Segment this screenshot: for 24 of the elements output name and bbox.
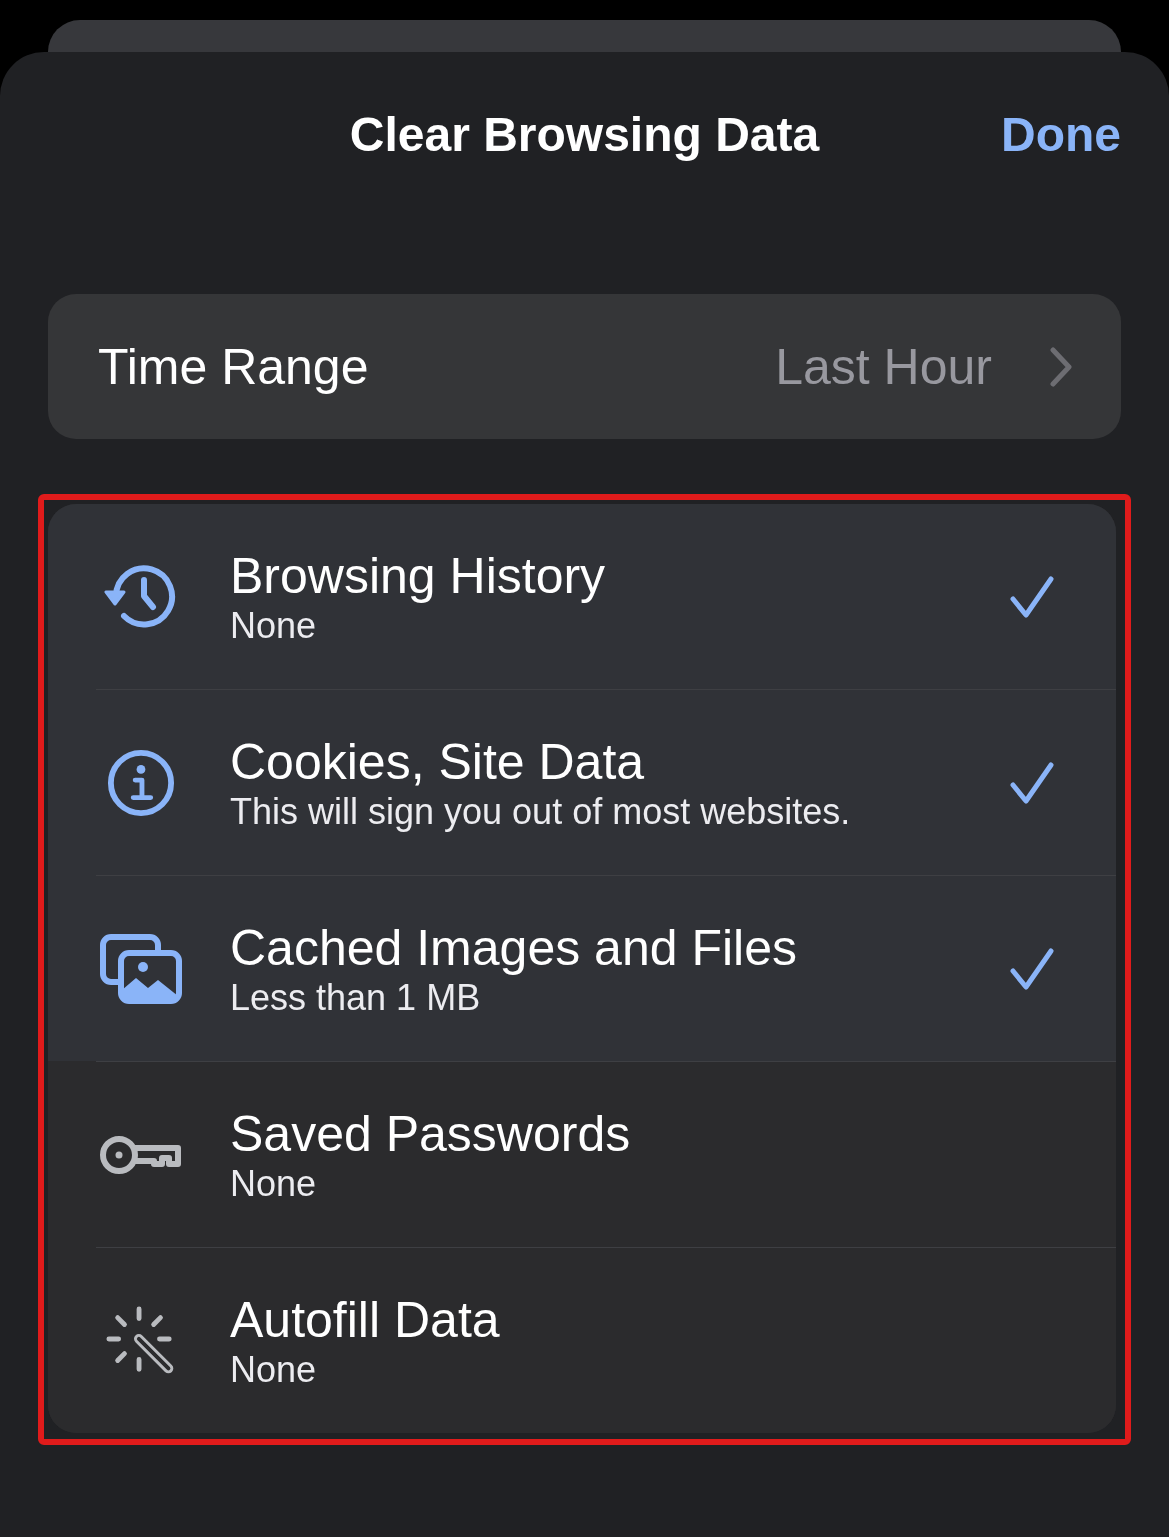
item-detail: This will sign you out of most websites. <box>230 790 852 833</box>
time-range-label: Time Range <box>98 341 370 392</box>
item-title: Saved Passwords <box>230 1104 632 1163</box>
time-range-row[interactable]: Time Range Last Hour <box>48 294 1121 439</box>
chevron-right-icon <box>1050 346 1072 387</box>
checkmark-icon <box>1009 573 1055 620</box>
data-type-row[interactable]: Browsing History None <box>48 504 1116 689</box>
item-detail: Less than 1 MB <box>230 976 482 1019</box>
done-button[interactable]: Done <box>1001 111 1121 159</box>
item-detail: None <box>230 1348 318 1391</box>
item-title: Autofill Data <box>230 1290 501 1349</box>
item-title: Browsing History <box>230 546 607 605</box>
data-type-row[interactable]: Cached Images and Files Less than 1 MB <box>48 875 1116 1061</box>
data-type-row[interactable]: Cookies, Site Data This will sign you out of most websites. <box>48 689 1116 875</box>
checkmark-icon <box>1009 759 1055 806</box>
info-icon <box>107 748 175 817</box>
sheet-title: Clear Browsing Data <box>349 111 820 159</box>
item-detail: None <box>230 1162 318 1205</box>
item-detail: None <box>230 604 318 647</box>
item-title: Cached Images and Files <box>230 918 798 977</box>
time-range-value: Last Hour <box>775 341 992 392</box>
item-title: Cookies, Site Data <box>230 732 646 791</box>
checkmark-icon <box>1009 945 1055 992</box>
images-icon <box>100 933 182 1004</box>
